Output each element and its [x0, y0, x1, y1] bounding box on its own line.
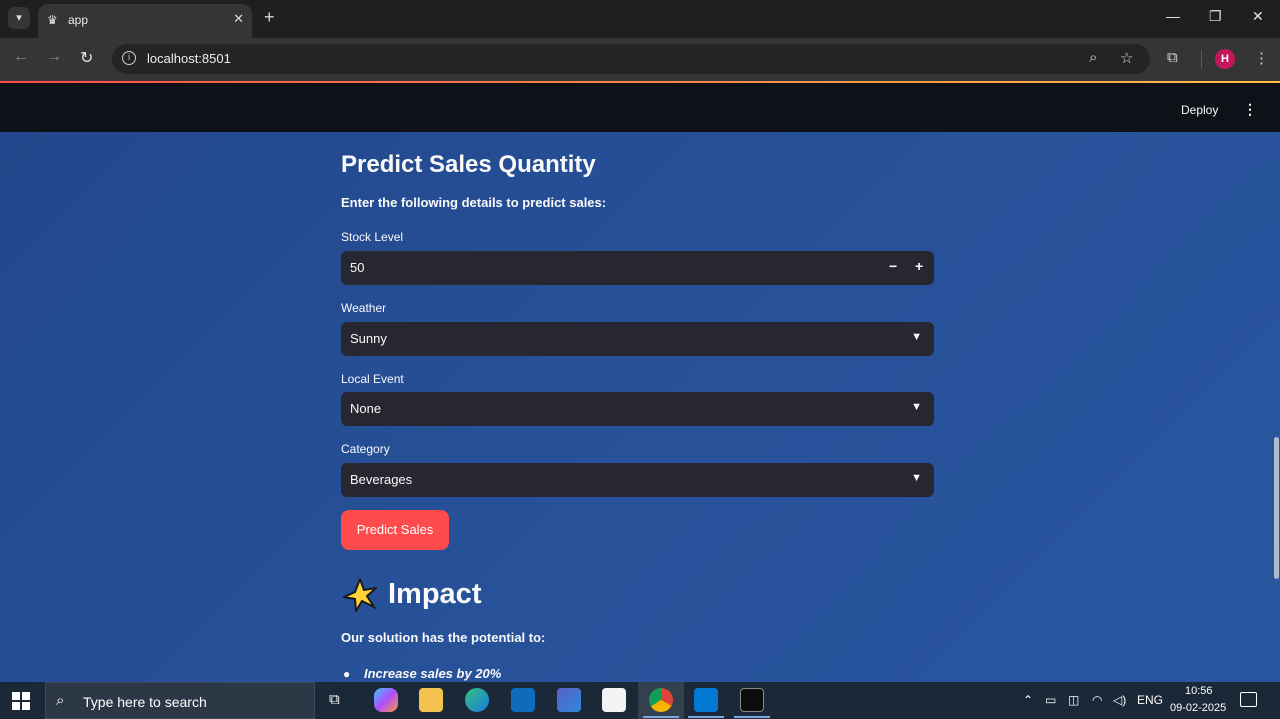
- category-select[interactable]: Beverages ▼: [341, 463, 934, 497]
- page-title: Predict Sales Quantity: [341, 151, 596, 178]
- copilot-icon[interactable]: [374, 688, 398, 712]
- bookmark-star-icon[interactable]: ☆: [1120, 49, 1133, 67]
- increment-button[interactable]: +: [915, 258, 923, 274]
- impact-heading: Impact: [388, 578, 482, 610]
- search-icon: ⌕: [56, 692, 65, 709]
- back-icon[interactable]: ←: [13, 48, 29, 66]
- extensions-icon[interactable]: ⧉: [1167, 49, 1178, 66]
- toolbar-divider: [1201, 50, 1202, 68]
- app-menu-icon[interactable]: ⋮: [1243, 101, 1257, 118]
- taskbar-search[interactable]: ⌕ Type here to search: [45, 682, 315, 719]
- clock-time[interactable]: 10:56: [1185, 685, 1213, 697]
- form-instructions: Enter the following details to predict s…: [341, 195, 607, 210]
- profile-avatar[interactable]: H: [1215, 49, 1235, 69]
- address-bar[interactable]: i localhost:8501 ⌕ ☆: [112, 44, 1150, 74]
- outlook-icon[interactable]: [511, 688, 535, 712]
- camera-icon[interactable]: ◫: [1068, 693, 1079, 707]
- page-scrollbar[interactable]: [1274, 437, 1279, 579]
- chevron-down-icon[interactable]: ▼: [911, 331, 922, 343]
- browser-menu-icon[interactable]: ⋮: [1254, 49, 1269, 67]
- file-explorer-icon[interactable]: [419, 688, 443, 712]
- running-indicator: [688, 716, 724, 718]
- app-header: Deploy ⋮: [0, 83, 1280, 132]
- wifi-icon[interactable]: ◠: [1092, 693, 1102, 707]
- browser-toolbar: ← → ↻ i localhost:8501 ⌕ ☆ ⧉ ⋮: [0, 38, 1280, 81]
- weather-value: Sunny: [350, 331, 387, 346]
- notification-center-icon[interactable]: [1240, 692, 1257, 707]
- chevron-down-icon[interactable]: ▼: [911, 401, 922, 413]
- edge-icon[interactable]: [465, 688, 489, 712]
- weather-select[interactable]: Sunny ▼: [341, 322, 934, 356]
- restore-icon[interactable]: ❐: [1209, 8, 1222, 25]
- window-close-icon[interactable]: ✕: [1252, 8, 1264, 25]
- browser-tab[interactable]: ♛ app ✕: [38, 4, 252, 38]
- category-value: Beverages: [350, 472, 413, 487]
- clock-date[interactable]: 09-02-2025: [1170, 702, 1226, 714]
- chevron-down-icon[interactable]: ▼: [911, 472, 922, 484]
- category-label: Category: [341, 442, 390, 456]
- tab-title: app: [68, 13, 89, 27]
- running-indicator: [734, 716, 770, 718]
- taskbar-search-placeholder[interactable]: Type here to search: [83, 694, 207, 710]
- browser-tab-strip: ▾ ♛ app ✕ + — ❐ ✕: [0, 0, 1280, 38]
- battery-icon[interactable]: ▭: [1045, 693, 1056, 707]
- vscode-icon[interactable]: [694, 688, 718, 712]
- decrement-button[interactable]: −: [889, 258, 897, 274]
- active-indicator: [643, 716, 679, 718]
- local-event-label: Local Event: [341, 372, 404, 386]
- main-content: Predict Sales Quantity Enter the followi…: [0, 132, 1280, 682]
- weather-label: Weather: [341, 301, 387, 315]
- star-emoji-icon: [343, 578, 377, 612]
- local-event-select[interactable]: None ▼: [341, 392, 934, 426]
- forward-icon[interactable]: →: [46, 48, 62, 66]
- bullet-dot: ●: [343, 667, 351, 681]
- stock-level-label: Stock Level: [341, 230, 404, 244]
- tab-close-icon[interactable]: ✕: [233, 11, 244, 27]
- local-event-value: None: [350, 401, 382, 416]
- volume-icon[interactable]: ◁): [1113, 693, 1126, 707]
- show-hidden-icons-icon[interactable]: ⌃: [1023, 693, 1033, 707]
- url-text[interactable]: localhost:8501: [147, 51, 231, 66]
- site-info-icon[interactable]: i: [122, 51, 136, 65]
- deploy-button[interactable]: Deploy: [1181, 103, 1218, 117]
- dev-home-icon[interactable]: [557, 688, 581, 712]
- stock-level-value[interactable]: 50: [350, 260, 364, 275]
- reload-icon[interactable]: ↻: [80, 48, 93, 68]
- task-view-icon[interactable]: ⧉: [329, 691, 340, 708]
- taskbar: ⌕ Type here to search ⧉ ⌃ ▭ ◫ ◠ ◁) ENG 1…: [0, 682, 1280, 719]
- impact-bullet: Increase sales by 20%: [364, 666, 502, 681]
- zoom-icon[interactable]: ⌕: [1089, 49, 1097, 66]
- language-indicator[interactable]: ENG: [1137, 693, 1163, 707]
- windows-start-icon[interactable]: [12, 692, 30, 710]
- predict-sales-button[interactable]: Predict Sales: [341, 510, 449, 550]
- terminal-icon[interactable]: [740, 688, 764, 712]
- chrome-icon[interactable]: [649, 688, 673, 712]
- microsoft-store-icon[interactable]: [602, 688, 626, 712]
- streamlit-favicon-icon: ♛: [47, 13, 58, 27]
- new-tab-icon[interactable]: +: [264, 7, 275, 28]
- tab-search-icon[interactable]: ▾: [8, 7, 30, 29]
- stock-level-input[interactable]: 50 − +: [341, 251, 934, 285]
- impact-intro: Our solution has the potential to:: [341, 630, 546, 645]
- minimize-icon[interactable]: —: [1166, 8, 1180, 24]
